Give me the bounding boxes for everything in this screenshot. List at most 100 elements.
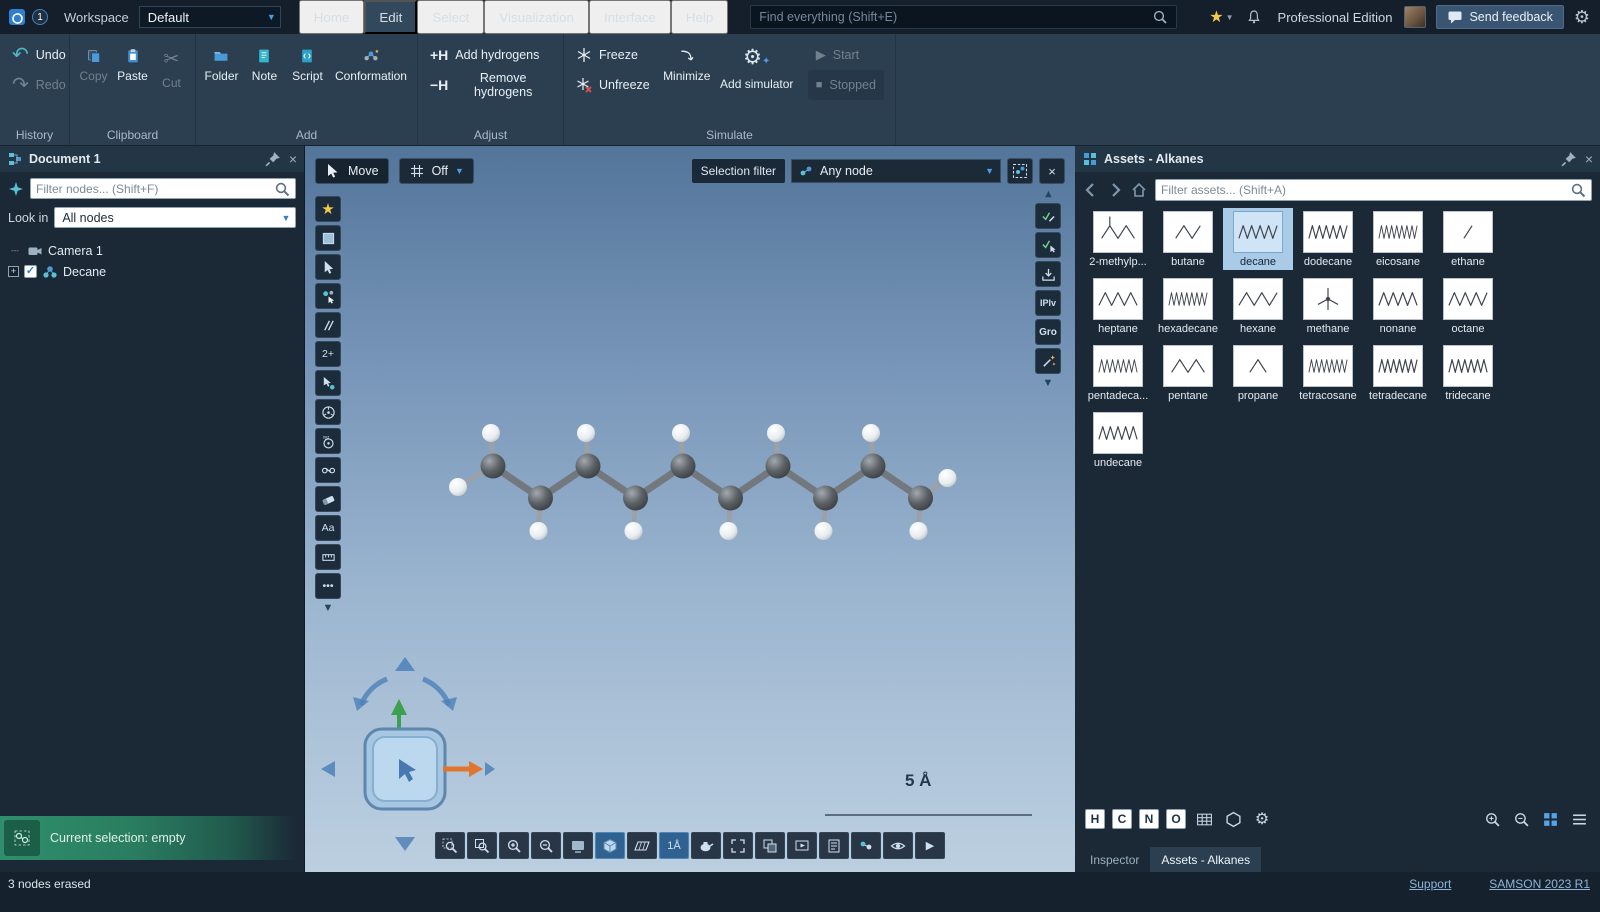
asset-eicosane[interactable]: eicosane (1363, 208, 1433, 270)
zoom-region-button[interactable] (435, 832, 465, 859)
rectangle-select-button[interactable] (315, 225, 341, 251)
grid-snap-dropdown[interactable]: Off ▼ (399, 158, 474, 184)
back-button[interactable] (1083, 182, 1099, 198)
node-creator-icon[interactable] (8, 181, 24, 197)
tree-item-camera[interactable]: ┄ Camera 1 (8, 240, 304, 261)
zoom-in-assets-button[interactable] (1481, 808, 1503, 830)
zoom-in-button[interactable] (499, 832, 529, 859)
select-check-button[interactable] (1035, 232, 1061, 258)
render-style-button[interactable] (691, 832, 721, 859)
add-hydrogens-button[interactable]: +HAdd hydrogens (422, 40, 559, 70)
asset-octane[interactable]: octane (1433, 275, 1503, 337)
chevron-down-icon[interactable]: ▼ (1043, 377, 1054, 389)
collaboration-button[interactable] (851, 832, 881, 859)
settings-gear-icon[interactable]: ⚙ (1574, 7, 1590, 28)
menu-visualization[interactable]: Visualization (484, 0, 589, 34)
send-feedback-button[interactable]: Send feedback (1436, 5, 1563, 29)
clear-selection-button[interactable]: × (1039, 158, 1065, 184)
tree-item-decane[interactable]: + ✓ Decane (8, 261, 304, 282)
selection-set-button[interactable] (1007, 158, 1033, 184)
forward-button[interactable] (1107, 182, 1123, 198)
menu-help[interactable]: Help (671, 0, 728, 34)
move-atoms-button[interactable] (315, 370, 341, 396)
add-folder-button[interactable]: Folder (200, 40, 243, 114)
clone-view-button[interactable] (755, 832, 785, 859)
element-o-button[interactable]: O (1166, 809, 1186, 829)
visibility-checkbox[interactable]: ✓ (24, 265, 37, 278)
atom-select-button[interactable] (315, 283, 341, 309)
settings-gear-icon[interactable]: ⚙ (1251, 808, 1273, 830)
measure-button[interactable] (315, 312, 341, 338)
filter-assets-input[interactable] (1161, 183, 1570, 197)
report-button[interactable] (819, 832, 849, 859)
chevron-up-icon[interactable]: ▼ (1043, 188, 1054, 200)
ruler-button[interactable] (315, 544, 341, 570)
add-conformation-button[interactable]: ★ Conformation (329, 40, 413, 114)
support-link[interactable]: Support (1409, 877, 1451, 891)
asset-nonane[interactable]: nonane (1363, 275, 1433, 337)
asset-undecane[interactable]: undecane (1083, 409, 1153, 471)
element-c-button[interactable]: C (1112, 809, 1132, 829)
tab-inspector[interactable]: Inspector (1079, 847, 1150, 872)
asset-heptane[interactable]: heptane (1083, 275, 1153, 337)
asset-hexadecane[interactable]: hexadecane (1153, 275, 1223, 337)
asset-propane[interactable]: propane (1223, 342, 1293, 404)
notification-badge[interactable]: 1 (32, 9, 48, 25)
magic-wand-button[interactable]: ✦✦ (1035, 348, 1061, 374)
freeze-button[interactable]: Freeze (568, 40, 658, 70)
asset-2-methylpentane[interactable]: 2-methylp... (1083, 208, 1153, 270)
rotate-dial-x-button[interactable] (315, 399, 341, 425)
scale-unit-button[interactable]: 1Å (659, 832, 689, 859)
text-annotation-button[interactable]: Aa (315, 515, 341, 541)
home-button[interactable] (1131, 182, 1147, 198)
screen-button[interactable] (563, 832, 593, 859)
version-link[interactable]: SAMSON 2023 R1 (1489, 877, 1590, 891)
zoom-fit-button[interactable] (467, 832, 497, 859)
element-h-button[interactable]: H (1085, 809, 1105, 829)
redo-button[interactable]: ↷Redo (4, 70, 74, 100)
search-input[interactable] (759, 10, 1152, 24)
asset-pentane[interactable]: pentane (1153, 342, 1223, 404)
asset-ethane[interactable]: ethane (1433, 208, 1503, 270)
copy-button[interactable]: Copy (74, 40, 113, 114)
close-icon[interactable]: × (1585, 151, 1593, 167)
zoom-out-assets-button[interactable] (1510, 808, 1532, 830)
notifications-button[interactable] (1246, 9, 1262, 25)
menu-home[interactable]: Home (299, 0, 365, 34)
eraser-button[interactable] (315, 486, 341, 512)
start-simulation-button[interactable]: ▶Start (808, 40, 884, 70)
asset-tetradecane[interactable]: tetradecane (1363, 342, 1433, 404)
cut-button[interactable]: ✂ Cut (152, 40, 191, 114)
minimize-button[interactable]: Minimize (658, 40, 716, 114)
user-avatar[interactable] (1404, 6, 1426, 28)
tab-assets-alkanes[interactable]: Assets - Alkanes (1150, 847, 1261, 872)
import-button[interactable] (1035, 261, 1061, 287)
ring-fragment-button[interactable] (1222, 808, 1244, 830)
chevron-down-icon[interactable]: ▼ (315, 602, 341, 614)
iplv-toggle-button[interactable]: IPlv (1035, 290, 1061, 316)
workspace-dropdown[interactable]: Default ▼ (139, 6, 281, 28)
grid-view-button[interactable] (1539, 808, 1561, 830)
asset-tetracosane[interactable]: tetracosane (1293, 342, 1363, 404)
pin-icon[interactable] (265, 151, 281, 167)
gro-toggle-button[interactable]: Gro (1035, 319, 1061, 345)
more-tools-button[interactable]: ••• (315, 573, 341, 599)
visibility-button[interactable] (883, 832, 913, 859)
global-search[interactable] (750, 5, 1177, 29)
look-in-dropdown[interactable]: All nodes ▼ (54, 207, 296, 228)
fullscreen-button[interactable] (723, 832, 753, 859)
asset-methane[interactable]: methane (1293, 275, 1363, 337)
remove-hydrogens-button[interactable]: −HRemove hydrogens (422, 70, 559, 100)
favorites-button[interactable]: ★▼ (1209, 7, 1233, 27)
asset-decane[interactable]: decane (1223, 208, 1293, 270)
add-simulator-button[interactable]: ⚙✦ Add simulator (716, 40, 798, 114)
asset-hexane[interactable]: hexane (1223, 275, 1293, 337)
asset-butane[interactable]: butane (1153, 208, 1223, 270)
presentation-button[interactable] (787, 832, 817, 859)
add-script-button[interactable]: Script (286, 40, 329, 114)
selection-filter-dropdown[interactable]: Any node ▼ (791, 159, 1001, 183)
periodic-table-button[interactable] (1193, 808, 1215, 830)
favorites-star-button[interactable]: ★ (315, 196, 341, 222)
asset-tridecane[interactable]: tridecane (1433, 342, 1503, 404)
menu-edit[interactable]: Edit (364, 0, 417, 34)
